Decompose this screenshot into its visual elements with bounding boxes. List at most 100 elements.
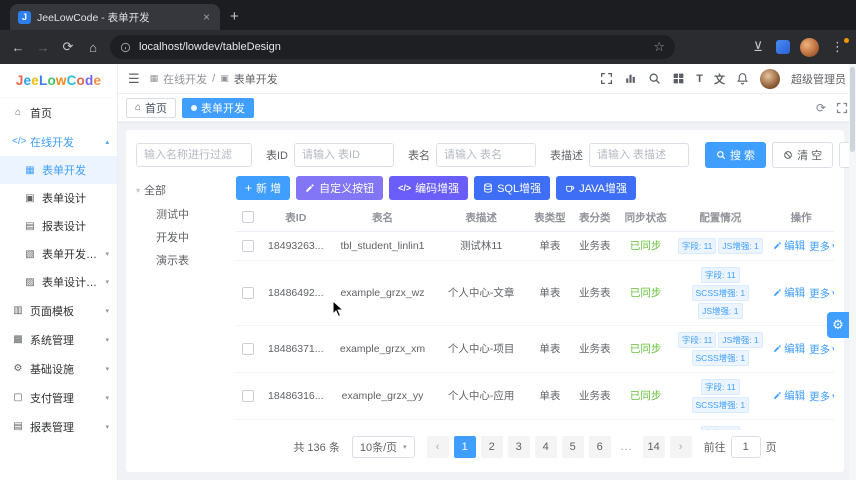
- code-enhance-button[interactable]: </> 编码增强: [389, 176, 469, 200]
- page-button[interactable]: 5: [561, 436, 584, 458]
- select-all-checkbox[interactable]: [241, 211, 254, 224]
- settings-gear-button[interactable]: ⚙: [827, 312, 849, 338]
- table-name-input[interactable]: [436, 143, 536, 167]
- sync-status: 已同步: [618, 372, 673, 420]
- browser-toolbar: ← → ⟳ ⌂ localhost/lowdev/tableDesign ☆ ⊻…: [0, 30, 856, 64]
- next-page-icon[interactable]: ›: [669, 436, 692, 458]
- caret-down-icon[interactable]: ▾: [136, 186, 140, 195]
- java-enhance-button[interactable]: JAVA增强: [556, 176, 636, 200]
- page-button[interactable]: 3: [507, 436, 530, 458]
- tree-filter-input[interactable]: [136, 143, 252, 167]
- extension-icon[interactable]: [776, 40, 790, 54]
- tree-node-demo[interactable]: 演示表: [136, 248, 228, 271]
- tree-node-all[interactable]: ▾ 全部: [136, 178, 228, 202]
- custom-button[interactable]: 自定义按钮: [296, 176, 384, 200]
- browser-tab[interactable]: J JeeLowCode - 表单开发 ×: [10, 4, 220, 30]
- edit-link[interactable]: 编辑: [773, 238, 805, 253]
- expand-view-icon[interactable]: [836, 102, 848, 114]
- row-checkbox[interactable]: [241, 286, 254, 299]
- sidebar-item-home[interactable]: ⌂ 首页: [0, 98, 117, 127]
- tab-close-icon[interactable]: ×: [201, 10, 212, 24]
- chart-icon[interactable]: [624, 72, 637, 85]
- page-button[interactable]: 1: [453, 436, 476, 458]
- user-avatar[interactable]: [760, 68, 780, 89]
- scrollbar-thumb[interactable]: [850, 67, 855, 152]
- add-button[interactable]: + 新 增: [236, 176, 291, 200]
- prev-page-icon[interactable]: ‹: [426, 436, 449, 458]
- table-row: 18486316... example_grzx_yy 个人中心-应用 单表 业…: [236, 372, 834, 420]
- table-id-input[interactable]: [294, 143, 394, 167]
- site-info-icon[interactable]: [120, 42, 131, 53]
- browser-home-icon[interactable]: ⌂: [85, 40, 101, 55]
- sidebar-group-report-admin[interactable]: ▤ 报表管理 ▾: [0, 412, 117, 441]
- more-link[interactable]: 更多▾: [809, 389, 834, 404]
- clear-button[interactable]: 清 空: [772, 142, 834, 168]
- row-checkbox[interactable]: [241, 342, 254, 355]
- app-logo[interactable]: JeeLowCode: [0, 64, 117, 98]
- new-tab-button[interactable]: +: [230, 8, 239, 25]
- downloads-icon[interactable]: ⊻: [750, 39, 766, 55]
- row-checkbox[interactable]: [241, 389, 254, 402]
- reload-icon[interactable]: ⟳: [60, 39, 76, 55]
- search-button[interactable]: 搜 索: [705, 142, 767, 168]
- page-size-select[interactable]: 10条/页 ▾: [351, 436, 415, 458]
- fullscreen-icon[interactable]: [600, 72, 613, 85]
- plus-icon: +: [245, 181, 253, 195]
- user-name[interactable]: 超级管理员: [791, 71, 846, 87]
- edit-link[interactable]: 编辑: [773, 388, 805, 403]
- translate-icon[interactable]: 文: [714, 71, 725, 87]
- browser-profile-avatar[interactable]: [800, 37, 819, 57]
- bell-icon[interactable]: [736, 72, 749, 85]
- chevron-down-icon: ▾: [832, 289, 834, 297]
- sidebar-group-page-template[interactable]: ▥ 页面模板 ▾: [0, 296, 117, 325]
- tree-node-developing[interactable]: 开发中: [136, 225, 228, 248]
- menu-kebab-icon[interactable]: ⋮: [829, 38, 849, 55]
- forward-icon[interactable]: →: [35, 40, 51, 55]
- config-tag: JS增强: 1: [718, 331, 763, 348]
- row-checkbox[interactable]: [241, 239, 254, 252]
- more-link[interactable]: 更多▾: [809, 239, 834, 254]
- tree-node-testing[interactable]: 测试中: [136, 202, 228, 225]
- sidebar-group-infrastructure[interactable]: ⚙ 基础设施 ▾: [0, 354, 117, 383]
- chevron-down-icon: ▾: [105, 251, 109, 258]
- browser-window: J JeeLowCode - 表单开发 × + ← → ⟳ ⌂ localhos…: [0, 0, 856, 480]
- more-pages-icon[interactable]: ...: [616, 436, 638, 458]
- more-link[interactable]: 更多▾: [809, 342, 834, 357]
- refresh-icon[interactable]: ⟳: [816, 101, 826, 115]
- page-button[interactable]: 2: [480, 436, 503, 458]
- sidebar-item-form-dev-example[interactable]: ▧ 表单开发示例 ▾: [0, 240, 117, 268]
- coffee-icon: [566, 185, 575, 192]
- sidebar-item-report-design[interactable]: ▤ 报表设计: [0, 212, 117, 240]
- tab-form-dev[interactable]: 表单开发: [182, 97, 255, 118]
- goto-page-input[interactable]: [730, 436, 761, 458]
- table-desc-input[interactable]: [589, 143, 689, 167]
- field-label-table-id: 表ID: [266, 150, 288, 162]
- page-button[interactable]: 6: [588, 436, 611, 458]
- page-button[interactable]: 4: [534, 436, 557, 458]
- sidebar-group-online-dev[interactable]: </> 在线开发 ▴: [0, 127, 117, 156]
- sql-enhance-button[interactable]: SQL增强: [474, 176, 551, 200]
- page-scrollbar[interactable]: [849, 64, 856, 480]
- more-link[interactable]: 更多▾: [809, 286, 834, 301]
- bookmark-star-icon[interactable]: ☆: [653, 39, 665, 55]
- back-icon[interactable]: ←: [10, 40, 26, 55]
- sidebar-item-form-design-example[interactable]: ▨ 表单设计示例 ▾: [0, 268, 117, 296]
- hamburger-icon[interactable]: ☰: [128, 71, 140, 87]
- address-bar[interactable]: localhost/lowdev/tableDesign ☆: [110, 35, 675, 59]
- tab-home[interactable]: ⌂ 首页: [126, 97, 177, 118]
- code-icon: </>: [12, 136, 27, 147]
- sidebar-group-payment-admin[interactable]: ▢ 支付管理 ▾: [0, 383, 117, 412]
- grid-icon[interactable]: [672, 72, 685, 85]
- pagination: 共 136 条 10条/页 ▾ ‹ 1 2 3 4 5 6 ... 14 › 前…: [236, 430, 834, 464]
- edit-link[interactable]: 编辑: [773, 285, 805, 300]
- search-icon[interactable]: [648, 72, 661, 85]
- sidebar-item-form-design[interactable]: ▣ 表单设计: [0, 184, 117, 212]
- page-button[interactable]: 14: [642, 436, 665, 458]
- form-design-example-icon: ▨: [25, 276, 35, 288]
- edit-link[interactable]: 编辑: [773, 341, 805, 356]
- config-tag: JS增强: 1: [718, 237, 763, 254]
- font-size-icon[interactable]: T: [696, 73, 703, 85]
- sidebar-group-system-admin[interactable]: ▩ 系统管理 ▾: [0, 325, 117, 354]
- category-tree: ▾ 全部 测试中 开发中 演示表: [136, 172, 228, 464]
- sidebar-item-form-dev[interactable]: ▦ 表单开发: [0, 156, 117, 184]
